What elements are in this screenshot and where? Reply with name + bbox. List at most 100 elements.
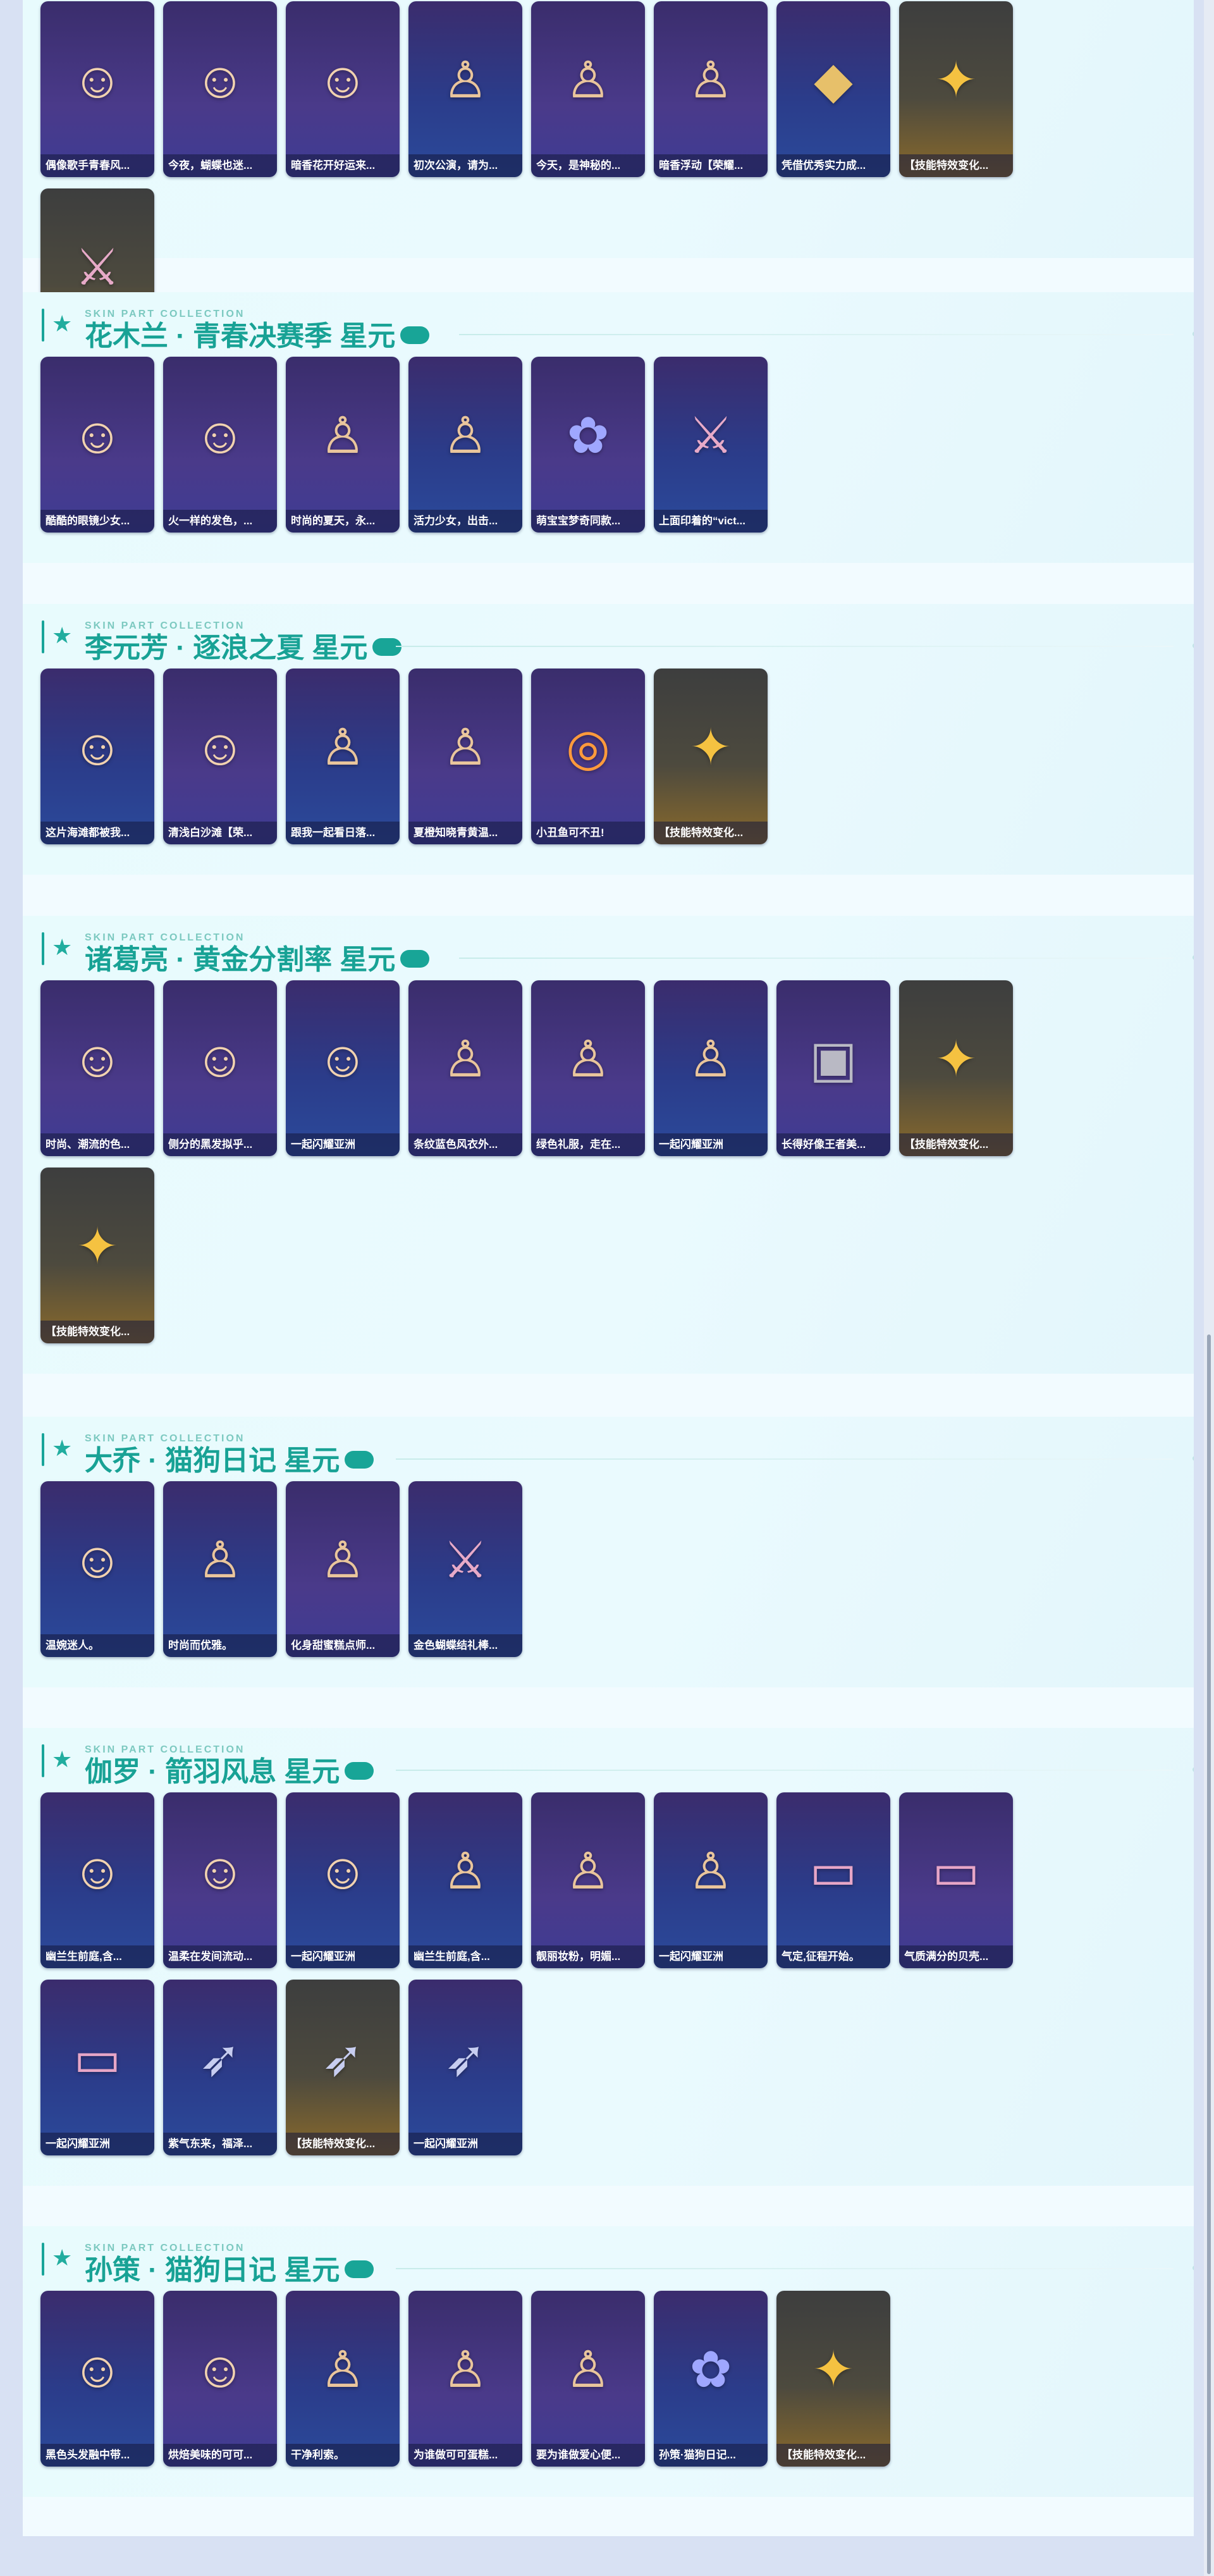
skin-part-card[interactable]: ☺ 温柔在发间流动...	[163, 1792, 277, 1968]
skin-part-card[interactable]: ♙ 要为谁做爱心便...	[531, 2291, 645, 2467]
skin-part-card[interactable]: ♙ 跟我一起看日落...	[286, 669, 400, 844]
skin-part-card[interactable]: ☺ 今夜，蝴蝶也迷...	[163, 1, 277, 177]
skin-part-card[interactable]: ⚔ 上面印着的“vict...	[654, 357, 768, 533]
effect-icon: ✦	[812, 2341, 855, 2398]
section-accent-bar	[42, 1433, 44, 1466]
head-icon: ☺	[194, 2341, 246, 2398]
card-caption: 时尚、潮流的色...	[40, 1133, 154, 1156]
section-header: ★ SKIN PART COLLECTION 大乔 · 猫狗日记 星元	[42, 1417, 1194, 1476]
skin-part-card[interactable]: ☺ 幽兰生前庭,含...	[40, 1792, 154, 1968]
skin-part-card[interactable]: ➶ 一起闪耀亚洲	[408, 1980, 522, 2155]
skin-part-card[interactable]: ⚔ 金色蝴蝶结礼棒...	[408, 1481, 522, 1657]
skin-part-card[interactable]: ♙ 为谁做可可蛋糕...	[408, 2291, 522, 2467]
outfit-icon: ♙	[688, 1031, 733, 1087]
star-icon: ★	[52, 311, 73, 336]
skin-part-card[interactable]: ✿ 孙策·猫狗日记...	[654, 2291, 768, 2467]
card-caption: 凭借优秀实力成...	[776, 154, 890, 177]
head-icon: ☺	[194, 52, 246, 108]
star-currency-badge	[345, 1762, 374, 1780]
head-icon: ☺	[317, 1031, 369, 1087]
skin-part-card[interactable]: ♙ 靓丽妆粉，明媚...	[531, 1792, 645, 1968]
skin-part-card[interactable]: ♙ 初次公演，请为...	[408, 1, 522, 177]
section-title-text: 诸葛亮 · 黄金分割率 星元	[85, 944, 396, 975]
section-accent-bar	[42, 309, 44, 342]
skin-part-card[interactable]: ✦ 【技能特效变化...	[40, 1168, 154, 1343]
skin-part-card[interactable]: ♙ 今天，是神秘的...	[531, 1, 645, 177]
skin-part-card[interactable]: ♙ 暗香浮动【荣耀...	[654, 1, 768, 177]
card-caption: 要为谁做爱心便...	[531, 2444, 645, 2467]
scrollbar-thumb[interactable]	[1207, 1334, 1211, 2574]
head-icon: ☺	[71, 719, 123, 775]
skin-set-section: ★ SKIN PART COLLECTION 孙策 · 猫狗日记 星元 ☺ 黑色头发融中…	[23, 2226, 1194, 2497]
skin-part-card[interactable]: ☺ 一起闪耀亚洲	[286, 1792, 400, 1968]
skin-part-card[interactable]: ♙ 幽兰生前庭,含...	[408, 1792, 522, 1968]
skin-part-card[interactable]: ♙ 绿色礼服，走在...	[531, 980, 645, 1156]
section-title-text: 大乔 · 猫狗日记 星元	[85, 1445, 340, 1476]
outfit-icon: ♙	[443, 1843, 488, 1899]
outfit-icon: ♙	[443, 52, 488, 108]
section-header: ★ SKIN PART COLLECTION 李元芳 · 逐浪之夏 星元	[42, 604, 1194, 663]
card-caption: 气定,征程开始。	[776, 1945, 890, 1968]
card-caption: 【技能特效变化...	[899, 154, 1013, 177]
star-icon: ★	[52, 1746, 73, 1772]
skin-part-card[interactable]: ☺ 清浅白沙滩【荣...	[163, 669, 277, 844]
skin-part-card[interactable]: ☺ 一起闪耀亚洲	[286, 980, 400, 1156]
skin-part-card[interactable]: ◎ 小丑鱼可不丑!	[531, 669, 645, 844]
card-caption: 偶像歌手青春风...	[40, 154, 154, 177]
skin-part-card[interactable]: ▣ 长得好像王者美...	[776, 980, 890, 1156]
skin-part-card[interactable]: ✿ 萌宝宝梦奇同款...	[531, 357, 645, 533]
skin-part-card[interactable]: ✦ 【技能特效变化...	[899, 980, 1013, 1156]
section-title-text: 孙策 · 猫狗日记 星元	[85, 2255, 340, 2286]
divider-dot	[1193, 2265, 1194, 2271]
skin-part-card[interactable]: ☺ 黑色头发融中带...	[40, 2291, 154, 2467]
skin-part-card[interactable]: ✦ 【技能特效变化...	[899, 1, 1013, 177]
skin-part-card[interactable]: ✦ 【技能特效变化...	[776, 2291, 890, 2467]
top-partial-section: ☺ 偶像歌手青春风... ☺ 今夜，蝴蝶也迷... ☺ 暗香花开好运来... ♙ 初次公演，请…	[23, 0, 1194, 364]
skin-part-card[interactable]: ☺ 侧分的黑发拟乎...	[163, 980, 277, 1156]
skin-part-card[interactable]: ▭ 气质满分的贝壳...	[899, 1792, 1013, 1968]
skin-part-card[interactable]: ✦ 【技能特效变化...	[654, 669, 768, 844]
section-eyebrow: SKIN PART COLLECTION	[85, 309, 245, 319]
card-caption: 【技能特效变化...	[899, 1133, 1013, 1156]
section-divider	[396, 2268, 1174, 2269]
skin-part-card[interactable]: ♙ 时尚的夏天，永...	[286, 357, 400, 533]
weapon-icon: ⚔	[443, 1532, 488, 1588]
skin-part-card[interactable]: ♙ 活力少女，出击...	[408, 357, 522, 533]
skin-part-card[interactable]: ♙ 一起闪耀亚洲	[654, 1792, 768, 1968]
card-caption: 为谁做可可蛋糕...	[408, 2444, 522, 2467]
skin-part-card[interactable]: ♙ 化身甜蜜糕点师...	[286, 1481, 400, 1657]
card-caption: 绿色礼服，走在...	[531, 1133, 645, 1156]
skin-part-card[interactable]: ♙ 时尚而优雅。	[163, 1481, 277, 1657]
card-caption: 温柔在发间流动...	[163, 1945, 277, 1968]
skin-set-section: ★ SKIN PART COLLECTION 诸葛亮 · 黄金分割率 星元 ☺ 时尚、潮…	[23, 916, 1194, 1374]
outfit-icon: ♙	[320, 2341, 365, 2398]
divider-dot	[1193, 955, 1194, 960]
skin-part-card[interactable]: ☺ 暗香花开好运来...	[286, 1, 400, 177]
head-icon: ☺	[71, 1532, 123, 1588]
skin-part-card[interactable]: ☺ 酷酷的眼镜少女...	[40, 357, 154, 533]
star-icon: ★	[52, 934, 73, 960]
skin-part-card[interactable]: ◆ 凭借优秀实力成...	[776, 1, 890, 177]
skin-part-card[interactable]: ▭ 一起闪耀亚洲	[40, 1980, 154, 2155]
skin-part-card[interactable]: ☺ 火一样的发色，...	[163, 357, 277, 533]
skin-part-card[interactable]: ➶ 紫气东来，福泽...	[163, 1980, 277, 2155]
skin-part-card[interactable]: ☺ 这片海滩都被我...	[40, 669, 154, 844]
card-caption: 【技能特效变化...	[40, 1321, 154, 1343]
skin-part-card[interactable]: ♙ 干净利索。	[286, 2291, 400, 2467]
skin-part-card[interactable]: ☺ 时尚、潮流的色...	[40, 980, 154, 1156]
star-icon: ★	[52, 2245, 73, 2271]
skin-part-card[interactable]: ☺ 温婉迷人。	[40, 1481, 154, 1657]
skin-part-card[interactable]: ➶ 【技能特效变化...	[286, 1980, 400, 2155]
pet-icon: ✿	[689, 2341, 732, 2398]
bag-icon: ▭	[932, 1843, 980, 1899]
outfit-icon: ♙	[565, 1843, 611, 1899]
skin-part-card[interactable]: ☺ 偶像歌手青春风...	[40, 1, 154, 177]
outfit-icon: ♙	[320, 1532, 365, 1588]
star-icon: ★	[52, 622, 73, 648]
card-caption: 清浅白沙滩【荣...	[163, 822, 277, 844]
skin-part-card[interactable]: ♙ 夏橙知晓青黄温...	[408, 669, 522, 844]
skin-part-card[interactable]: ▭ 气定,征程开始。	[776, 1792, 890, 1968]
skin-part-card[interactable]: ☺ 烘焙美味的可可...	[163, 2291, 277, 2467]
skin-part-card[interactable]: ♙ 一起闪耀亚洲	[654, 980, 768, 1156]
skin-part-card[interactable]: ♙ 条纹蓝色风衣外...	[408, 980, 522, 1156]
